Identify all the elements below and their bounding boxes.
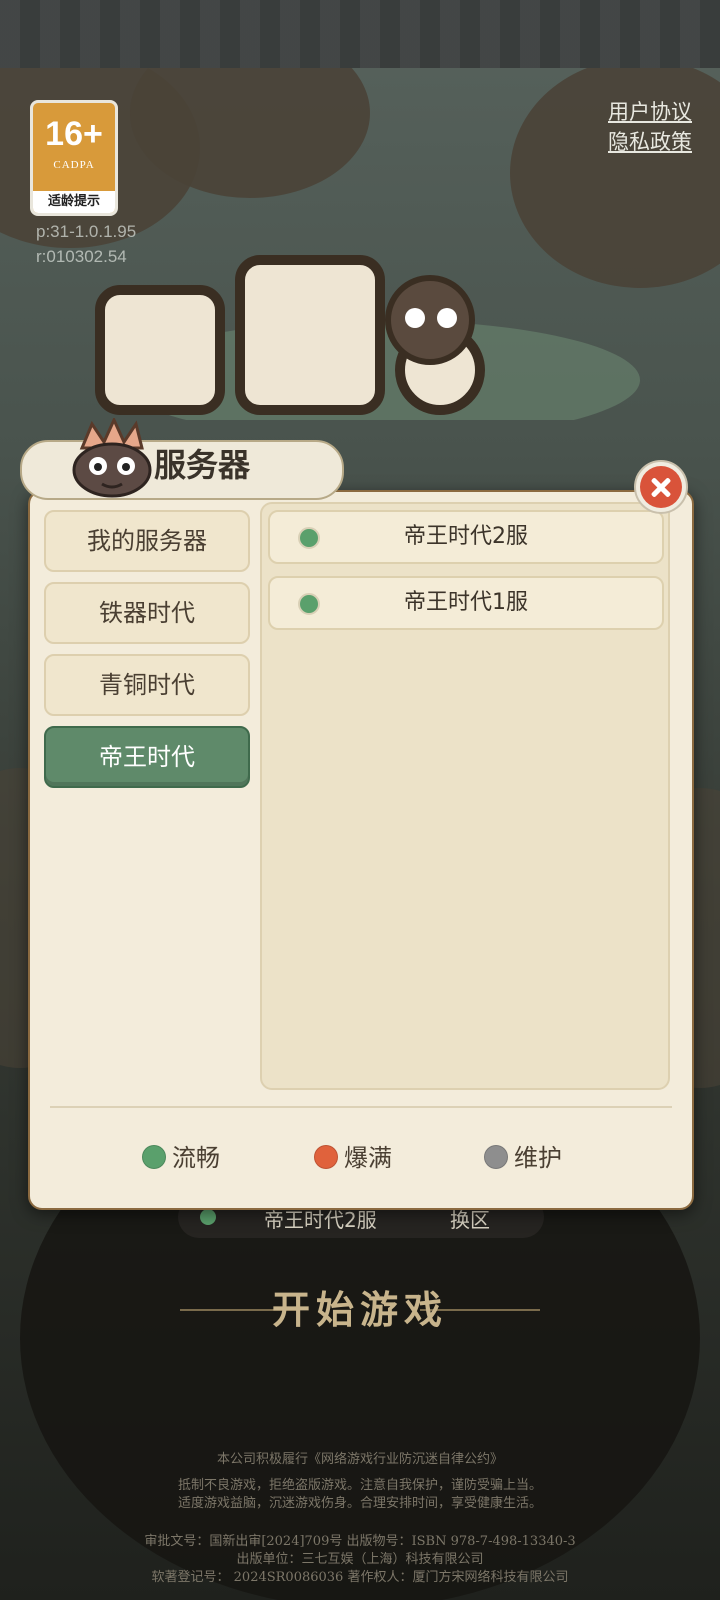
footer-line-3: 适度游戏益脑，沉迷游戏伤身。合理安排时间，享受健康生活。 bbox=[177, 1496, 542, 1511]
footer-line-2: 抵制不良游戏，拒绝盗版游戏。注意自我保护，谨防受骗上当。 bbox=[177, 1478, 542, 1493]
server-row[interactable]: 帝王时代2服 bbox=[268, 510, 664, 564]
footer-line-1: 本公司积极履行《网络游戏行业防沉迷自律公约》 bbox=[216, 1452, 503, 1467]
status-bar bbox=[0, 0, 720, 68]
game-logo bbox=[95, 255, 640, 420]
category-tab-bronze-age[interactable]: 青铜时代 bbox=[44, 654, 250, 716]
version-p: p:31-1.0.1.95 bbox=[36, 222, 137, 241]
maintenance-status-dot bbox=[484, 1145, 508, 1169]
footer-line-4: 审批文号：国新出审[2024]709号 出版物号：ISBN 978-7-498-… bbox=[144, 1534, 576, 1549]
age-rating-badge: 16+ CADPA 适龄提示 bbox=[30, 100, 118, 216]
server-name: 帝王时代1服 bbox=[404, 590, 528, 615]
age-rating-number: 16+ bbox=[45, 115, 103, 153]
server-list-panel: 帝王时代2服 帝王时代1服 bbox=[260, 502, 670, 1090]
version-r: r:010302.54 bbox=[36, 247, 127, 266]
server-status-dot bbox=[200, 1209, 216, 1225]
legend-label: 爆满 bbox=[344, 1144, 392, 1172]
user-agreement-link[interactable]: 用户协议 bbox=[608, 96, 692, 126]
category-tab-emperor-age[interactable]: 帝王时代 bbox=[44, 726, 250, 788]
smooth-status-dot bbox=[142, 1145, 166, 1169]
footer-line-6: 软著登记号： 2024SR0086036 著作权人：厦门方宋网络科技有限公司 bbox=[151, 1570, 569, 1585]
footer-line-5: 出版单位：三七互娱（上海）科技有限公司 bbox=[236, 1552, 484, 1567]
age-rating-tip[interactable]: 适龄提示 bbox=[33, 191, 115, 213]
category-tab-iron-age[interactable]: 铁器时代 bbox=[44, 582, 250, 644]
full-status-dot bbox=[314, 1145, 338, 1169]
legend-label: 维护 bbox=[514, 1144, 562, 1172]
legend-smooth: 流畅 bbox=[142, 1138, 220, 1173]
legend-label: 流畅 bbox=[172, 1144, 220, 1172]
dialog-title: 服务器 bbox=[154, 446, 251, 484]
server-row[interactable]: 帝王时代1服 bbox=[268, 576, 664, 630]
server-dialog: 我的服务器 铁器时代 青铜时代 帝王时代 帝王时代2服 帝王时代1服 流畅 爆满… bbox=[28, 490, 694, 1210]
privacy-policy-link[interactable]: 隐私政策 bbox=[608, 126, 692, 156]
legend-divider bbox=[50, 1106, 672, 1108]
category-tab-my-servers[interactable]: 我的服务器 bbox=[44, 510, 250, 572]
dragon-mascot-icon bbox=[72, 418, 152, 498]
start-game-button[interactable]: 开始游戏 bbox=[170, 1280, 550, 1340]
age-rating-org: CADPA bbox=[53, 159, 95, 171]
legend-full: 爆满 bbox=[314, 1138, 392, 1173]
server-name: 帝王时代2服 bbox=[404, 524, 528, 549]
close-dialog-button[interactable] bbox=[634, 460, 688, 514]
close-icon bbox=[640, 466, 682, 508]
legend-maintenance: 维护 bbox=[484, 1138, 562, 1173]
